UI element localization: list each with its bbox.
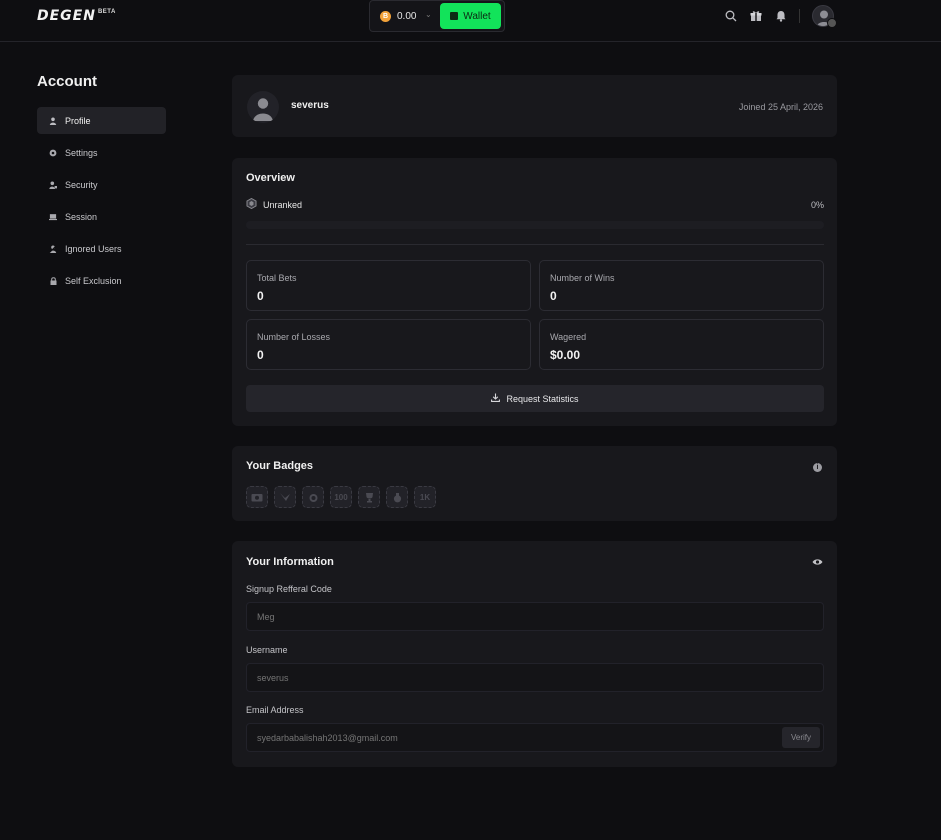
sidebar-item-label: Security bbox=[65, 179, 98, 190]
badge-bird-icon[interactable] bbox=[274, 486, 296, 508]
divider bbox=[246, 244, 824, 245]
stat-number-of-wins: Number of Wins 0 bbox=[539, 260, 824, 311]
badge-list: 100 1K bbox=[246, 486, 436, 508]
profile-joined-date: Joined 25 April, 2026 bbox=[738, 102, 823, 112]
verify-email-button[interactable]: Verify bbox=[782, 727, 820, 748]
stat-label: Total Bets bbox=[257, 273, 297, 283]
information-card: Your Information Signup Refferal Code Us… bbox=[232, 541, 837, 767]
badge-alarm-icon[interactable] bbox=[302, 486, 324, 508]
user-slash-icon bbox=[49, 244, 57, 253]
information-title: Your Information bbox=[246, 556, 334, 568]
sidebar-item-label: Session bbox=[65, 211, 98, 222]
referral-code-input[interactable] bbox=[246, 602, 824, 631]
rank-icon bbox=[246, 197, 257, 211]
sidebar-item-settings[interactable]: Settings bbox=[37, 139, 166, 166]
stat-number-of-losses: Number of Losses 0 bbox=[246, 319, 531, 370]
rank-progress-bar bbox=[246, 221, 824, 229]
gift-icon[interactable] bbox=[749, 9, 763, 23]
email-input[interactable] bbox=[246, 723, 824, 752]
wallet-button[interactable]: Wallet bbox=[440, 3, 501, 29]
wallet-icon bbox=[450, 12, 459, 20]
user-lock-icon bbox=[49, 181, 57, 189]
badge-bag-icon[interactable] bbox=[386, 486, 408, 508]
sidebar-item-self-exclusion[interactable]: Self Exclusion bbox=[37, 267, 166, 294]
rank-label: Unranked bbox=[263, 199, 303, 210]
balance-amount: 0.00 bbox=[397, 11, 417, 22]
email-label: Email Address bbox=[246, 705, 304, 715]
wallet-label: Wallet bbox=[463, 10, 491, 22]
username-input[interactable] bbox=[246, 663, 824, 692]
laptop-icon bbox=[49, 213, 57, 221]
sidebar-item-label: Self Exclusion bbox=[65, 275, 122, 286]
bell-icon[interactable] bbox=[774, 9, 788, 23]
user-icon bbox=[49, 117, 57, 125]
sidebar-item-label: Settings bbox=[65, 147, 98, 158]
sidebar-item-session[interactable]: Session bbox=[37, 203, 166, 230]
profile-username: severus bbox=[291, 100, 329, 111]
badge-camera-icon[interactable] bbox=[246, 486, 268, 508]
sidebar-item-profile[interactable]: Profile bbox=[37, 107, 166, 134]
badge-100-icon[interactable]: 100 bbox=[330, 486, 352, 508]
stat-value: $0.00 bbox=[550, 348, 581, 362]
settings-badge-icon bbox=[827, 18, 837, 28]
info-icon[interactable]: i bbox=[813, 463, 822, 472]
sidebar-item-security[interactable]: Security bbox=[37, 171, 166, 198]
stat-value: 0 bbox=[257, 289, 264, 303]
profile-avatar[interactable] bbox=[247, 91, 279, 123]
stat-value: 0 bbox=[257, 348, 264, 362]
sidebar-item-label: Ignored Users bbox=[65, 243, 122, 254]
beta-tag: BETA bbox=[97, 9, 116, 15]
stat-label: Number of Losses bbox=[257, 332, 331, 342]
eye-icon[interactable] bbox=[812, 558, 823, 566]
stat-total-bets: Total Bets 0 bbox=[246, 260, 531, 311]
badges-title: Your Badges bbox=[246, 460, 314, 472]
gear-icon bbox=[49, 149, 57, 157]
bitcoin-icon: B bbox=[380, 11, 391, 22]
request-statistics-button[interactable]: Request Statistics bbox=[246, 385, 824, 412]
stat-label: Number of Wins bbox=[550, 273, 615, 283]
lock-icon bbox=[49, 276, 57, 285]
balance-selector[interactable]: B 0.00 ⌄ Wallet bbox=[369, 0, 505, 32]
logo-text: DEGEN bbox=[37, 8, 96, 24]
profile-card: severus Joined 25 April, 2026 bbox=[232, 75, 837, 137]
sidebar-item-ignored-users[interactable]: Ignored Users bbox=[37, 235, 166, 262]
stat-value: 0 bbox=[550, 289, 557, 303]
username-label: Username bbox=[246, 645, 288, 655]
badge-1k-icon[interactable]: 1K bbox=[414, 486, 436, 508]
search-icon[interactable] bbox=[724, 9, 738, 23]
top-navbar: DEGEN BETA B 0.00 ⌄ Wallet bbox=[0, 0, 941, 42]
rank-row: Unranked bbox=[246, 197, 303, 211]
stat-label: Wagered bbox=[550, 332, 587, 342]
request-statistics-label: Request Statistics bbox=[506, 393, 579, 404]
referral-code-label: Signup Refferal Code bbox=[246, 584, 332, 594]
chevron-down-icon[interactable]: ⌄ bbox=[425, 10, 432, 19]
badges-card: Your Badges i 100 1K bbox=[232, 446, 837, 521]
logo[interactable]: DEGEN BETA bbox=[37, 8, 116, 24]
sidebar-item-label: Profile bbox=[65, 115, 91, 126]
overview-title: Overview bbox=[246, 172, 295, 184]
stat-wagered: Wagered $0.00 bbox=[539, 319, 824, 370]
overview-card: Overview Unranked 0% Total Bets 0 Number… bbox=[232, 158, 837, 426]
header-divider bbox=[799, 9, 800, 23]
download-icon bbox=[491, 393, 501, 404]
badge-trophy-icon[interactable] bbox=[358, 486, 380, 508]
sidebar-title: Account bbox=[37, 73, 97, 90]
rank-progress-percent: 0% bbox=[810, 200, 824, 210]
